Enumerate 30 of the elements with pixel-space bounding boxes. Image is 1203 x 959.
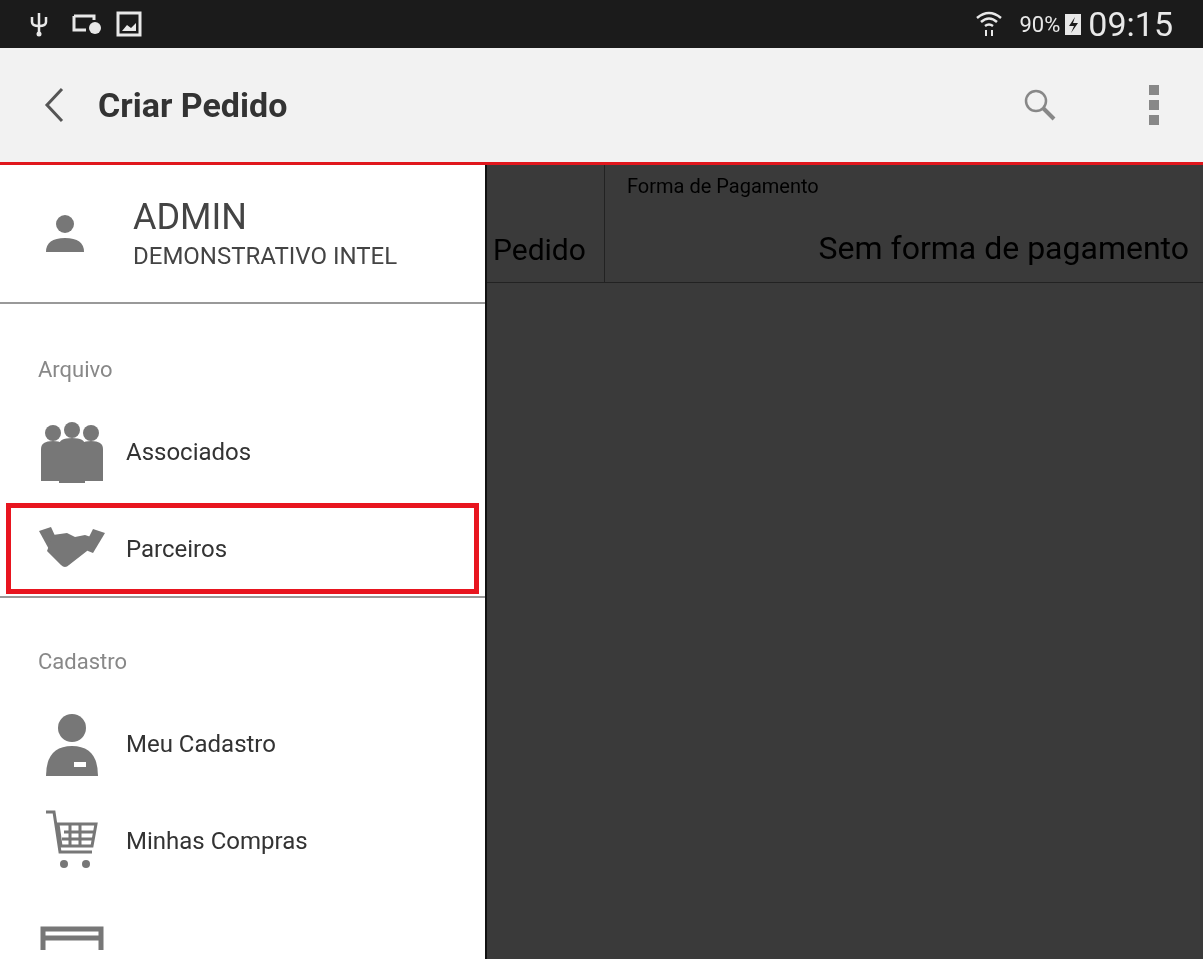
drawer-item[interactable]: Meu Cadastro (6, 698, 479, 789)
drawer-item-label: Parceiros (126, 533, 228, 565)
chevron-left-icon (44, 87, 64, 123)
user-avatar-icon (45, 213, 85, 254)
wifi-icon (975, 10, 1004, 38)
section-header: Arquivo (38, 356, 113, 384)
drawer-item-label: Minhas Compras (126, 825, 308, 857)
section-header: Cadastro (38, 648, 127, 676)
drawer-item-label: Associados (126, 436, 252, 468)
battery-charging-icon (1064, 12, 1083, 36)
drawer-item[interactable]: Minhas Compras (6, 795, 479, 886)
field-value: Sem forma de pagamento (818, 228, 1189, 269)
drawer-item[interactable]: Parceiros (6, 503, 479, 594)
user-name: ADMIN (133, 194, 248, 239)
usb-icon (30, 11, 48, 37)
search-icon (1023, 88, 1057, 122)
screen-clock-icon (72, 13, 102, 35)
window-icon (39, 925, 104, 950)
company-name: DEMONSTRATIVO INTEL (133, 240, 398, 272)
order-column-cell-text: Pedido (493, 231, 586, 269)
screen-title: Criar Pedido (98, 83, 288, 127)
field-label: Forma de Pagamento (627, 173, 820, 200)
battery-percent: 90% (1019, 10, 1061, 39)
image-icon (116, 11, 142, 37)
drawer-item-label: Meu Cadastro (126, 728, 276, 760)
clock-time: 09:15 (1088, 7, 1173, 41)
drawer-item[interactable]: Associados (6, 406, 479, 497)
people-group-icon (38, 420, 105, 483)
more-vertical-icon (1148, 85, 1160, 125)
person-icon (43, 711, 100, 776)
